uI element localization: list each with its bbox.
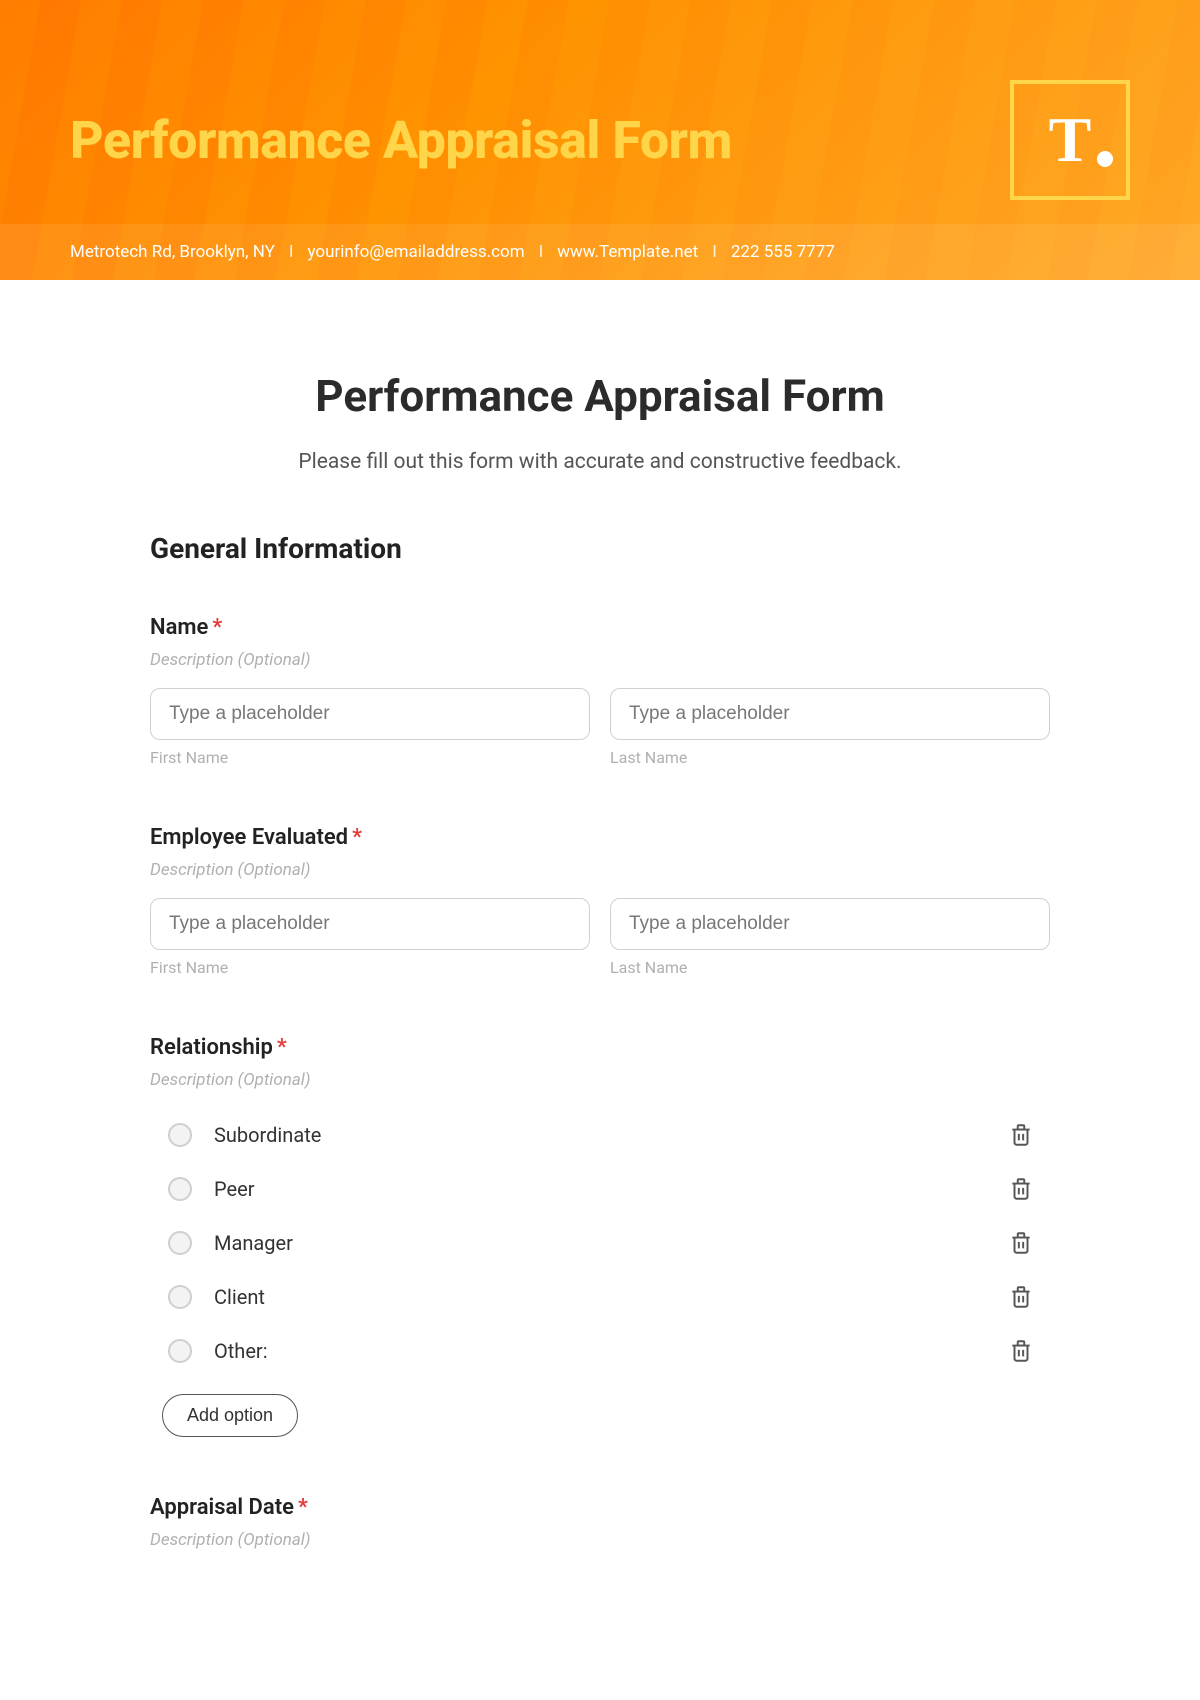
trash-icon [1008,1338,1034,1364]
section-heading-general: General Information [150,532,1050,565]
sublabel-last-name: Last Name [610,748,1050,767]
option-row: Manager [150,1216,1050,1270]
option-row: Other: [150,1324,1050,1378]
last-name-input[interactable] [610,688,1050,740]
form-content: Performance Appraisal Form Please fill o… [150,280,1050,1668]
field-description[interactable]: Description (Optional) [150,1070,1050,1090]
banner-title: Performance Appraisal Form [70,110,732,171]
logo-box: T [1010,80,1130,200]
radio-button[interactable] [168,1177,192,1201]
delete-option-button[interactable] [1008,1338,1034,1364]
option-label[interactable]: Manager [214,1231,1008,1255]
radio-button[interactable] [168,1123,192,1147]
label-text: Employee Evaluated [150,825,348,850]
label-text: Name [150,615,208,640]
field-label-relationship: Relationship* [150,1035,1050,1060]
field-description[interactable]: Description (Optional) [150,1530,1050,1550]
radio-button[interactable] [168,1231,192,1255]
option-label[interactable]: Other: [214,1339,1008,1363]
field-appraisal-date: Appraisal Date* Description (Optional) [150,1495,1050,1550]
add-option-button[interactable]: Add option [162,1394,298,1437]
radio-button[interactable] [168,1285,192,1309]
separator-icon: I [712,242,717,262]
option-row: Client [150,1270,1050,1324]
option-label[interactable]: Client [214,1285,1008,1309]
sublabel-first-name: First Name [150,748,590,767]
label-text: Relationship [150,1035,273,1060]
separator-icon: I [289,242,294,262]
banner-phone: 222 555 7777 [731,242,835,262]
option-row: Subordinate [150,1108,1050,1162]
separator-icon: I [539,242,544,262]
field-label-name: Name* [150,615,1050,640]
banner-address: Metrotech Rd, Brooklyn, NY [70,242,275,262]
delete-option-button[interactable] [1008,1176,1034,1202]
field-label-appraisal-date: Appraisal Date* [150,1495,1050,1520]
field-employee-evaluated: Employee Evaluated* Description (Optiona… [150,825,1050,977]
field-description[interactable]: Description (Optional) [150,650,1050,670]
first-name-input[interactable] [150,688,590,740]
required-mark: * [212,615,222,640]
sublabel-last-name: Last Name [610,958,1050,977]
employee-last-name-input[interactable] [610,898,1050,950]
form-subtitle: Please fill out this form with accurate … [150,450,1050,474]
delete-option-button[interactable] [1008,1230,1034,1256]
option-label[interactable]: Peer [214,1177,1008,1201]
delete-option-button[interactable] [1008,1284,1034,1310]
label-text: Appraisal Date [150,1495,294,1520]
sublabel-first-name: First Name [150,958,590,977]
option-label[interactable]: Subordinate [214,1123,1008,1147]
header-banner: Performance Appraisal Form T Metrotech R… [0,0,1200,280]
banner-email: yourinfo@emailaddress.com [307,242,524,262]
required-mark: * [277,1035,287,1060]
required-mark: * [352,825,362,850]
employee-first-name-input[interactable] [150,898,590,950]
trash-icon [1008,1122,1034,1148]
banner-website: www.Template.net [557,242,698,262]
banner-info-bar: Metrotech Rd, Brooklyn, NY I yourinfo@em… [0,224,1200,280]
delete-option-button[interactable] [1008,1122,1034,1148]
field-name: Name* Description (Optional) First Name … [150,615,1050,767]
radio-button[interactable] [168,1339,192,1363]
form-title: Performance Appraisal Form [150,370,1050,422]
field-label-employee: Employee Evaluated* [150,825,1050,850]
option-row: Peer [150,1162,1050,1216]
trash-icon [1008,1284,1034,1310]
required-mark: * [298,1495,308,1520]
field-description[interactable]: Description (Optional) [150,860,1050,880]
trash-icon [1008,1230,1034,1256]
field-relationship: Relationship* Description (Optional) Sub… [150,1035,1050,1437]
logo-dot-icon [1097,151,1113,167]
logo-letter: T [1049,103,1092,177]
trash-icon [1008,1176,1034,1202]
